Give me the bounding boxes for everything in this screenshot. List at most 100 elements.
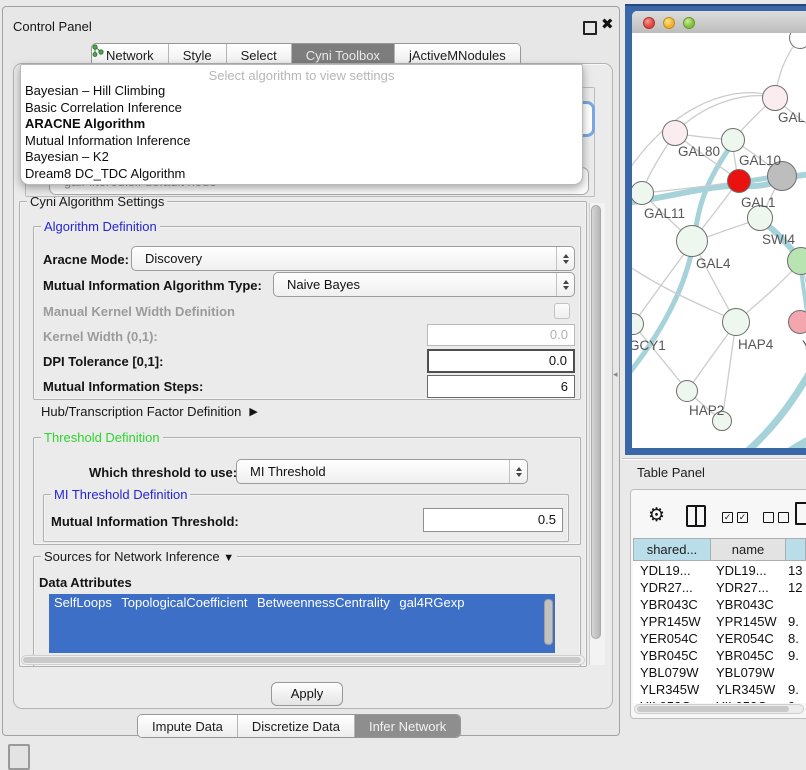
horizontal-scrollbar-thumb[interactable] (23, 657, 581, 663)
list-item-selected[interactable]: BetweennessCentrality (252, 595, 390, 610)
tab-label: Impute Data (152, 719, 223, 734)
tab-label: Infer Network (369, 719, 446, 734)
mi-threshold-label: Mutual Information Threshold: (51, 514, 239, 529)
network-node-y[interactable] (788, 310, 806, 334)
collapsed-arrow-icon: ▶ (249, 405, 257, 418)
table-row[interactable]: YBR045C YBR045C 9. (633, 648, 806, 665)
column-header-name[interactable]: name (710, 538, 786, 561)
unchecked-column-icon[interactable] (763, 512, 774, 523)
aracne-mode-label: Aracne Mode: (43, 252, 129, 267)
splitter-handle-icon[interactable]: ◂ (613, 369, 618, 380)
network-canvas[interactable]: GAL GAL80 GAL10 GAL1 GAL11 SWI4 GAL4 GCY… (632, 33, 806, 448)
node-label: GAL80 (678, 144, 720, 159)
mi-algorithm-type-combobox[interactable]: Naive Bayes (273, 272, 575, 297)
table-row[interactable]: YDR27... YDR27... 12 (633, 580, 806, 597)
list-item-selected[interactable]: TopologicalCoefficient (116, 595, 247, 610)
kernel-width-label: Kernel Width (0,1): (43, 329, 158, 344)
kernel-width-input[interactable]: 0.0 (427, 324, 575, 346)
table-row[interactable]: YLR345W YLR345W 9. (633, 682, 806, 699)
mi-algorithm-type-label: Mutual Information Algorithm Type: (43, 278, 262, 293)
data-attributes-list[interactable]: SelfLoops TopologicalCoefficient Between… (49, 594, 555, 653)
hub-transcription-factor-disclosure[interactable]: Hub/Transcription Factor Definition ▶ (41, 404, 258, 419)
aracne-mode-combobox[interactable]: Discovery (131, 246, 575, 271)
mac-minimize-button[interactable] (663, 17, 675, 29)
dpi-tolerance-input[interactable]: 0.0 (427, 349, 575, 373)
input-value: 0.0 (550, 327, 568, 342)
split-columns-icon[interactable] (686, 505, 706, 527)
table-row[interactable]: YBL079W YBL079W (633, 665, 806, 682)
column-header-shared-name[interactable]: shared... (633, 538, 711, 561)
network-node-gal[interactable] (762, 85, 788, 111)
tab-label: Select (241, 48, 277, 63)
float-window-icon[interactable] (583, 21, 597, 35)
table-row[interactable]: YER054C YER054C 8. (633, 631, 806, 648)
dropdown-item[interactable]: Basic Correlation Inference (21, 100, 582, 117)
mac-close-button[interactable] (643, 17, 655, 29)
sources-group-title[interactable]: Sources for Network Inference ▼ (41, 549, 237, 564)
table-row[interactable]: YIL052C YIL052C 9 (633, 699, 806, 703)
table-horizontal-scrollbar[interactable] (634, 704, 804, 714)
dropdown-placeholder: Select algorithm to view settings (21, 68, 582, 83)
dropdown-item[interactable]: Mutual Information Inference (21, 133, 582, 150)
checked-column-icon[interactable]: ✓ (737, 512, 748, 523)
panel-title: Control Panel (13, 19, 92, 34)
dropdown-item-highlighted[interactable]: ARACNE Algorithm (21, 116, 582, 133)
algorithm-dropdown-list: Select algorithm to view settings Bayesi… (20, 64, 583, 185)
node-label: GAL4 (696, 256, 731, 271)
collapsed-panel-icon[interactable] (8, 744, 30, 770)
mi-threshold-input[interactable]: 0.5 (423, 508, 563, 532)
table-row[interactable]: YBR043C YBR043C (633, 597, 806, 614)
combobox-stepper-icon (556, 247, 574, 270)
network-node-gal80[interactable] (662, 120, 688, 146)
network-node-hap2[interactable] (676, 380, 698, 402)
horizontal-scrollbar[interactable] (21, 655, 585, 665)
column-header-partial[interactable] (785, 538, 806, 561)
combobox-value: Naive Bayes (274, 277, 556, 292)
group-title: MI Threshold Definition (51, 487, 190, 502)
network-node-gal1[interactable] (727, 169, 751, 193)
unchecked-column-icon[interactable] (778, 512, 789, 523)
tab-label: jActiveMNodules (409, 48, 506, 63)
apply-button[interactable]: Apply (271, 682, 343, 706)
table-row[interactable]: YDL19... YDL19... 13 (633, 563, 806, 580)
table-row[interactable]: YPR145W YPR145W 9. (633, 614, 806, 631)
new-table-icon[interactable] (795, 502, 806, 525)
checked-column-icon[interactable]: ✓ (722, 512, 733, 523)
tab-label: Cyni Toolbox (306, 48, 380, 63)
tab-infer-network[interactable]: Infer Network (354, 715, 460, 737)
data-attributes-label: Data Attributes (39, 575, 132, 590)
which-threshold-combobox[interactable]: MI Threshold (236, 459, 528, 484)
network-tab-icon (92, 44, 104, 57)
expanded-arrow-icon: ▼ (223, 552, 234, 564)
network-node-gal10[interactable] (721, 128, 745, 152)
mac-zoom-button[interactable] (683, 17, 695, 29)
list-item-selected[interactable]: SelfLoops (49, 595, 112, 610)
close-icon[interactable]: ✖ (601, 15, 614, 33)
control-panel-window: Control Panel ✖ Network Style Select (2, 6, 620, 736)
mi-steps-input[interactable]: 6 (427, 375, 575, 398)
table-horizontal-scrollbar-thumb[interactable] (637, 706, 789, 712)
dropdown-item[interactable]: Bayesian – Hill Climbing (21, 83, 582, 100)
node-label: GAL11 (644, 206, 685, 221)
list-scrollbar-thumb[interactable] (544, 599, 553, 645)
settings-scrollbar-thumb[interactable] (591, 205, 601, 639)
group-title: Algorithm Definition (41, 219, 160, 234)
tab-impute-data[interactable]: Impute Data (138, 715, 237, 737)
network-node-gal4[interactable] (676, 225, 708, 257)
node-label: SWI4 (762, 232, 795, 247)
network-window-titlebar[interactable] (632, 11, 806, 34)
manual-kernel-width-checkbox[interactable] (554, 303, 570, 319)
table-panel-title: Table Panel (637, 465, 705, 480)
which-threshold-label: Which threshold to use: (89, 465, 237, 480)
dropdown-item[interactable]: Dream8 DC_TDC Algorithm (21, 166, 582, 183)
node-label: Y (802, 338, 806, 353)
list-item-selected[interactable]: gal4RGexp (394, 595, 464, 610)
tab-discretize-data[interactable]: Discretize Data (237, 715, 354, 737)
input-value: 0.0 (549, 353, 567, 368)
dpi-tolerance-label: DPI Tolerance [0,1]: (43, 354, 163, 369)
dropdown-item[interactable]: Bayesian – K2 (21, 149, 582, 166)
tab-label: Discretize Data (252, 719, 340, 734)
gear-icon[interactable]: ⚙ (648, 504, 665, 527)
input-value: 0.5 (538, 512, 556, 527)
network-node-hap4[interactable] (722, 308, 750, 336)
